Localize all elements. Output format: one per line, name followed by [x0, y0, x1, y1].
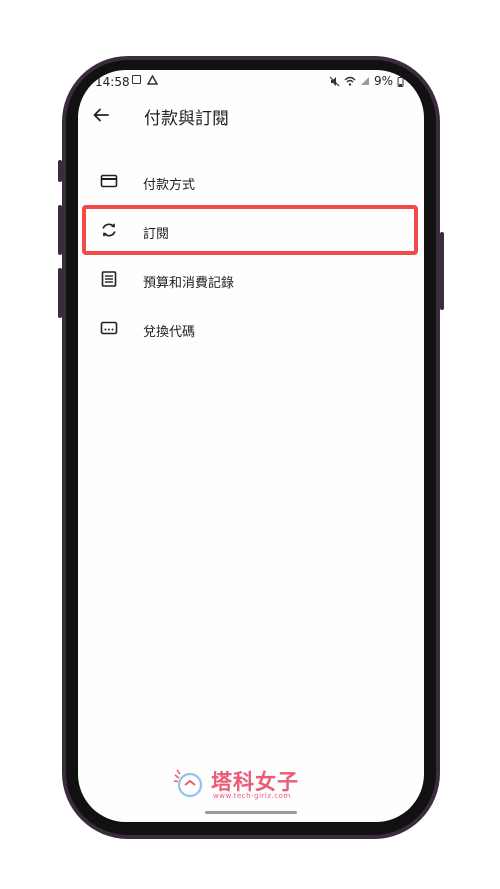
wifi-icon: [344, 76, 356, 86]
menu-item-budget-history[interactable]: 預算和消費記錄: [78, 256, 424, 305]
watermark-logo-icon: [173, 769, 203, 798]
drive-icon: [147, 75, 158, 85]
highlight-box: [82, 205, 418, 255]
status-right-icons: 9%: [329, 74, 404, 88]
mute-icon: [329, 76, 340, 86]
home-indicator: [205, 811, 297, 814]
menu-item-redeem-code[interactable]: 兌換代碼: [78, 305, 424, 354]
watermark-url: www.tech-girlz.com: [213, 792, 291, 800]
power-button: [440, 232, 444, 310]
battery-icon: [397, 76, 404, 87]
side-button: [58, 160, 62, 182]
screen: 14:58 9% 付款與訂閱 付款方式 訂閱 預算和消費記錄 兌換代碼: [78, 70, 424, 822]
menu-item-label: 付款方式: [143, 178, 196, 193]
menu-list: 付款方式 訂閱 預算和消費記錄 兌換代碼: [78, 158, 424, 354]
redeem-code-icon: [100, 321, 118, 335]
notification-check-icon: [132, 75, 141, 84]
status-time: 14:58: [95, 75, 130, 89]
status-bar: 14:58 9%: [78, 70, 424, 92]
menu-item-label: 兌換代碼: [143, 325, 196, 340]
menu-item-payment-methods[interactable]: 付款方式: [78, 158, 424, 207]
menu-item-label: 預算和消費記錄: [143, 276, 235, 291]
signal-icon: [360, 77, 369, 85]
app-bar: 付款與訂閱: [78, 96, 424, 136]
back-arrow-icon[interactable]: [92, 106, 110, 124]
battery-percent: 9%: [373, 74, 393, 88]
page-title: 付款與訂閱: [144, 109, 229, 129]
watermark: 塔科女子 www.tech-girlz.com: [171, 766, 321, 802]
credit-card-icon: [100, 174, 118, 188]
status-left-icons: [132, 75, 158, 85]
volume-down-button: [58, 268, 62, 318]
receipt-list-icon: [101, 271, 117, 287]
volume-up-button: [58, 205, 62, 255]
